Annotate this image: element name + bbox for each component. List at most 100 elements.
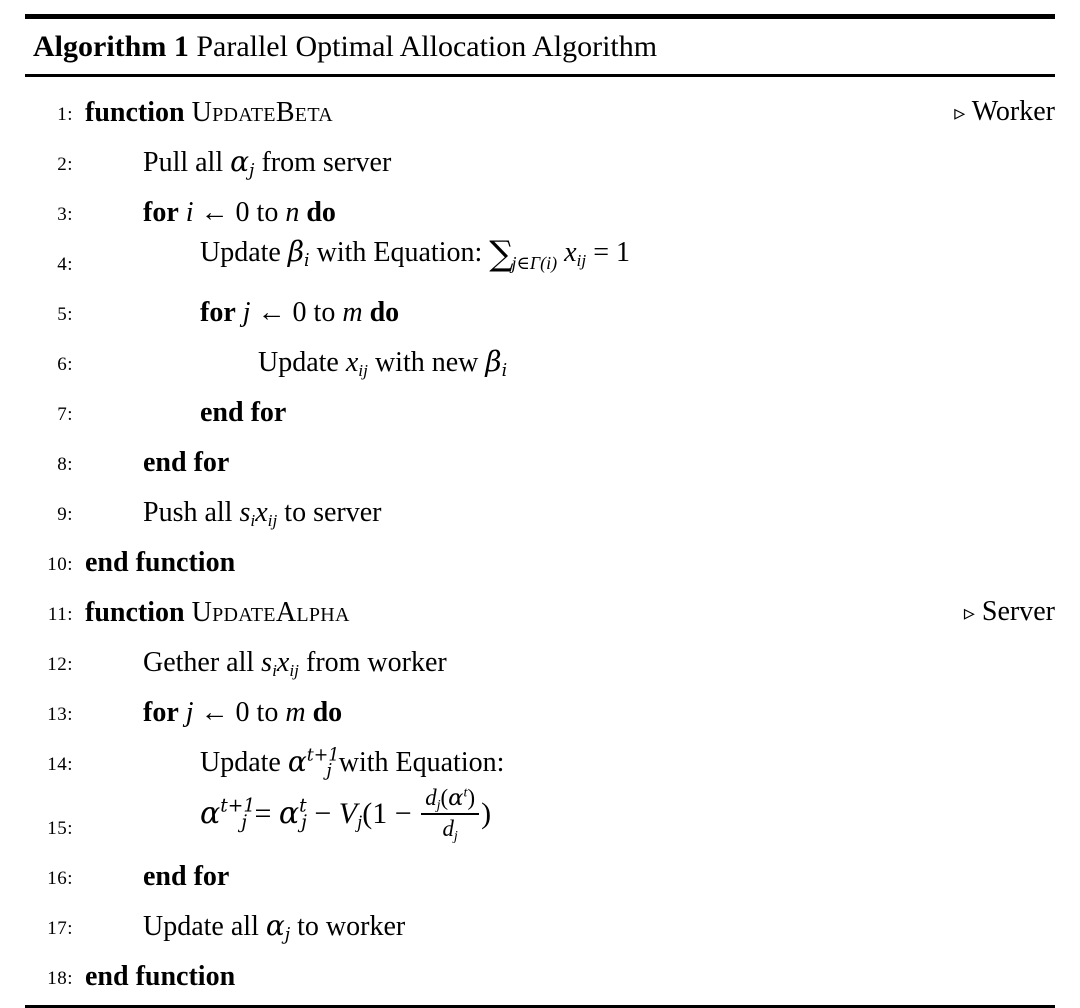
line-code: Update xij with new βi bbox=[258, 345, 507, 380]
text-to: to bbox=[256, 697, 279, 728]
summation-icon: ∑ bbox=[489, 233, 514, 274]
algorithm-line: 6: Update xij with new βi bbox=[25, 335, 1055, 385]
keyword-for: for bbox=[143, 697, 179, 728]
symbol-V-j: Vj bbox=[338, 796, 363, 834]
algorithm-line: 10: end function bbox=[25, 535, 1055, 585]
line-code: end function bbox=[85, 546, 235, 580]
keyword-end-for: end for bbox=[143, 861, 230, 892]
keyword-function: function bbox=[85, 597, 185, 628]
algorithm-line: 15: αt+1j = αtj − Vj(1 − dj(αt) dj) bbox=[25, 785, 1055, 849]
text-with-new: with new bbox=[374, 347, 479, 378]
line-number: 1: bbox=[57, 104, 73, 125]
symbol-alpha-j-t1: αt+1j bbox=[287, 745, 340, 781]
keyword-end-for: end for bbox=[143, 447, 230, 478]
line-code: Gether all sixij from worker bbox=[143, 646, 447, 680]
keyword-end-for: end for bbox=[200, 397, 287, 428]
keyword-do: do bbox=[312, 697, 343, 728]
line-number: 14: bbox=[47, 754, 73, 775]
text-from-worker: from worker bbox=[306, 647, 447, 678]
equation-rhs: = 1 bbox=[593, 236, 630, 268]
algorithm-line: 2: Pull all αj from server bbox=[25, 135, 1055, 185]
line-code: Push all sixij to server bbox=[143, 496, 381, 530]
loop-start: 0 bbox=[235, 697, 250, 728]
line-number: 18: bbox=[47, 968, 73, 989]
assign-arrow-icon: ← bbox=[200, 697, 229, 728]
loop-start: 0 bbox=[292, 297, 307, 328]
algorithm-line: 11: function UpdateAlpha ▹ Server bbox=[25, 585, 1055, 635]
line-number: 5: bbox=[57, 304, 73, 325]
keyword-function: function bbox=[85, 97, 185, 128]
paren-close: ) bbox=[481, 796, 492, 830]
symbol-x-ij: xij bbox=[345, 347, 368, 380]
algorithm-line: 12: Gether all sixij from worker bbox=[25, 635, 1055, 685]
line-code: Update αt+1j with Equation: bbox=[200, 745, 504, 780]
line-comment-server: ▹ Server bbox=[964, 595, 1055, 630]
assign-arrow-icon: ← bbox=[200, 197, 229, 228]
line-code: Update βi with Equation: ∑j∈Γ(i) xij = 1 bbox=[200, 235, 630, 280]
procedure-name-updatebeta: UpdateBeta bbox=[191, 97, 333, 128]
text-with-equation: with Equation: bbox=[316, 236, 483, 268]
algorithm-line: 13: for j ← 0 to m do bbox=[25, 685, 1055, 735]
line-code: end for bbox=[143, 860, 229, 894]
algorithm-line: 4: Update βi with Equation: ∑j∈Γ(i) xij … bbox=[25, 235, 1055, 285]
line-number: 7: bbox=[57, 404, 73, 425]
text-with-equation: with Equation: bbox=[338, 747, 505, 778]
equation-sum-constraint: ∑j∈Γ(i) xij = 1 bbox=[489, 236, 630, 273]
line-number: 8: bbox=[57, 454, 73, 475]
text-to-worker: to worker bbox=[297, 911, 406, 942]
paren-open-one: (1 bbox=[362, 796, 388, 830]
text-update: Update bbox=[200, 236, 281, 268]
algorithm-line: 1: function UpdateBeta ▹ Worker bbox=[25, 85, 1055, 135]
line-code: Pull all αj from server bbox=[143, 145, 391, 180]
symbol-s-i-x-ij: sixij bbox=[261, 647, 299, 680]
line-code-equation: αt+1j = αtj − Vj(1 − dj(αt) dj) bbox=[200, 784, 492, 844]
symbol-alpha: αj bbox=[230, 145, 255, 181]
symbol-alpha-j-t1: αt+1j bbox=[200, 795, 256, 834]
line-code: end for bbox=[200, 396, 286, 430]
line-code: Update all αj to worker bbox=[143, 909, 405, 944]
keyword-end-function: end function bbox=[85, 547, 236, 578]
line-code: for i ← 0 to n do bbox=[143, 196, 336, 230]
line-code: for j ← 0 to m do bbox=[143, 696, 342, 730]
text-to: to bbox=[256, 197, 279, 228]
line-number: 9: bbox=[57, 504, 73, 525]
minus-sign: − bbox=[314, 796, 332, 830]
text-to-server: to server bbox=[284, 497, 382, 528]
algorithm-line: 5: for j ← 0 to m do bbox=[25, 285, 1055, 335]
line-number: 4: bbox=[57, 254, 73, 275]
algorithm-line: 8: end for bbox=[25, 435, 1055, 485]
line-number: 12: bbox=[47, 654, 73, 675]
minus-sign-inner: − bbox=[394, 796, 412, 830]
line-code: function UpdateAlpha bbox=[85, 596, 350, 630]
assign-arrow-icon: ← bbox=[257, 297, 286, 328]
summation-subscript: j∈Γ(i) bbox=[511, 253, 558, 273]
comment-text: Worker bbox=[971, 96, 1055, 127]
line-number: 6: bbox=[57, 354, 73, 375]
line-number: 2: bbox=[57, 154, 73, 175]
line-number: 3: bbox=[57, 204, 73, 225]
algorithm-line: 18: end function bbox=[25, 949, 1055, 999]
line-number: 15: bbox=[47, 818, 73, 839]
line-code: for j ← 0 to m do bbox=[200, 296, 399, 330]
algorithm-line: 17: Update all αj to worker bbox=[25, 899, 1055, 949]
line-code: end for bbox=[143, 446, 229, 480]
algorithm-line: 14: Update αt+1j with Equation: bbox=[25, 735, 1055, 785]
text-from-server: from server bbox=[261, 147, 392, 178]
algorithm-line: 9: Push all sixij to server bbox=[25, 485, 1055, 535]
keyword-for: for bbox=[143, 197, 179, 228]
fraction-numerator: dj(αt) bbox=[425, 784, 476, 814]
loop-var-j: j bbox=[242, 297, 251, 328]
text-gether-all: Gether all bbox=[143, 647, 255, 678]
line-number: 13: bbox=[47, 704, 73, 725]
fraction-dj-alpha-over-dj: dj(αt) dj bbox=[421, 784, 480, 843]
comment-triangle-icon: ▹ bbox=[954, 100, 966, 125]
symbol-alpha-j: αj bbox=[265, 909, 291, 945]
text-update-all: Update all bbox=[143, 911, 259, 942]
procedure-name-updatealpha: UpdateAlpha bbox=[191, 597, 350, 628]
keyword-end-function: end function bbox=[85, 961, 236, 992]
line-number: 16: bbox=[47, 868, 73, 889]
text-update: Update bbox=[258, 347, 339, 378]
algorithm-float: Algorithm 1 Parallel Optimal Allocation … bbox=[25, 14, 1055, 1008]
algorithm-line: 3: for i ← 0 to n do bbox=[25, 185, 1055, 235]
symbol-beta-i: βi bbox=[287, 234, 310, 271]
